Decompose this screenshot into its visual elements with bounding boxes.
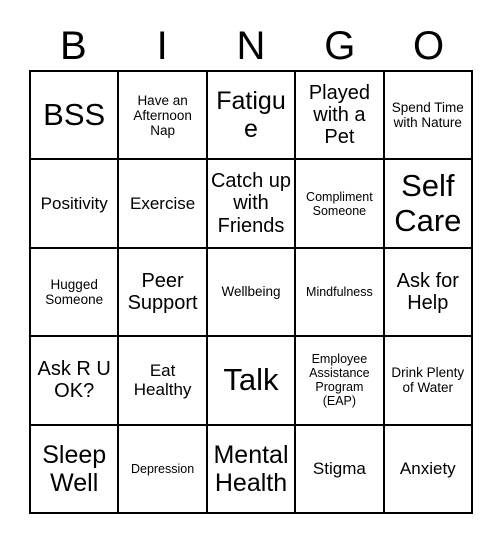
bingo-cell[interactable]: Fatigue xyxy=(207,72,297,161)
bingo-cell[interactable]: Exercise xyxy=(119,160,208,249)
bingo-header-letter-g: G xyxy=(324,24,356,68)
bingo-cell[interactable]: Depression xyxy=(119,425,208,514)
bingo-cell[interactable]: Stigma xyxy=(296,425,385,514)
bingo-cell[interactable]: Drink Plenty of Water xyxy=(384,337,473,426)
bingo-header-letter-n: N xyxy=(236,24,266,68)
bingo-cell[interactable]: Mental Health xyxy=(207,425,297,514)
bingo-cell[interactable]: Talk xyxy=(207,337,297,426)
bingo-cell[interactable]: Self Care xyxy=(384,160,473,249)
bingo-cell[interactable]: Catch up with Friends xyxy=(207,160,297,249)
bingo-cell[interactable]: Spend Time with Nature xyxy=(384,72,473,161)
bingo-cell[interactable]: Compliment Someone xyxy=(296,160,385,249)
bingo-cell[interactable]: Employee Assistance Program (EAP) xyxy=(296,337,385,426)
bingo-cell[interactable]: Mindfulness xyxy=(296,248,385,338)
bingo-header-letter-i: I xyxy=(156,24,168,68)
bingo-cell[interactable]: Anxiety xyxy=(384,425,473,514)
bingo-cell[interactable]: Wellbeing xyxy=(207,248,297,338)
bingo-card: B I N G O BSS Have an Afternoon Nap Fati… xyxy=(0,0,500,544)
bingo-grid: BSS Have an Afternoon Nap Fatigue Played… xyxy=(29,70,473,514)
bingo-header-row: B I N G O xyxy=(29,22,473,70)
bingo-cell[interactable]: Peer Support xyxy=(119,248,208,338)
bingo-cell[interactable]: Hugged Someone xyxy=(31,248,120,338)
bingo-cell[interactable]: Sleep Well xyxy=(31,425,120,514)
bingo-cell[interactable]: Have an Afternoon Nap xyxy=(119,72,208,161)
bingo-header-letter-o: O xyxy=(413,24,445,68)
bingo-cell[interactable]: Positivity xyxy=(31,160,120,249)
bingo-cell[interactable]: Eat Healthy xyxy=(119,337,208,426)
bingo-cell[interactable]: Played with a Pet xyxy=(296,72,385,161)
bingo-cell[interactable]: Ask for Help xyxy=(384,248,473,338)
bingo-cell[interactable]: BSS xyxy=(31,72,120,161)
bingo-cell[interactable]: Ask R U OK? xyxy=(31,337,120,426)
bingo-header-letter-b: B xyxy=(60,24,87,68)
